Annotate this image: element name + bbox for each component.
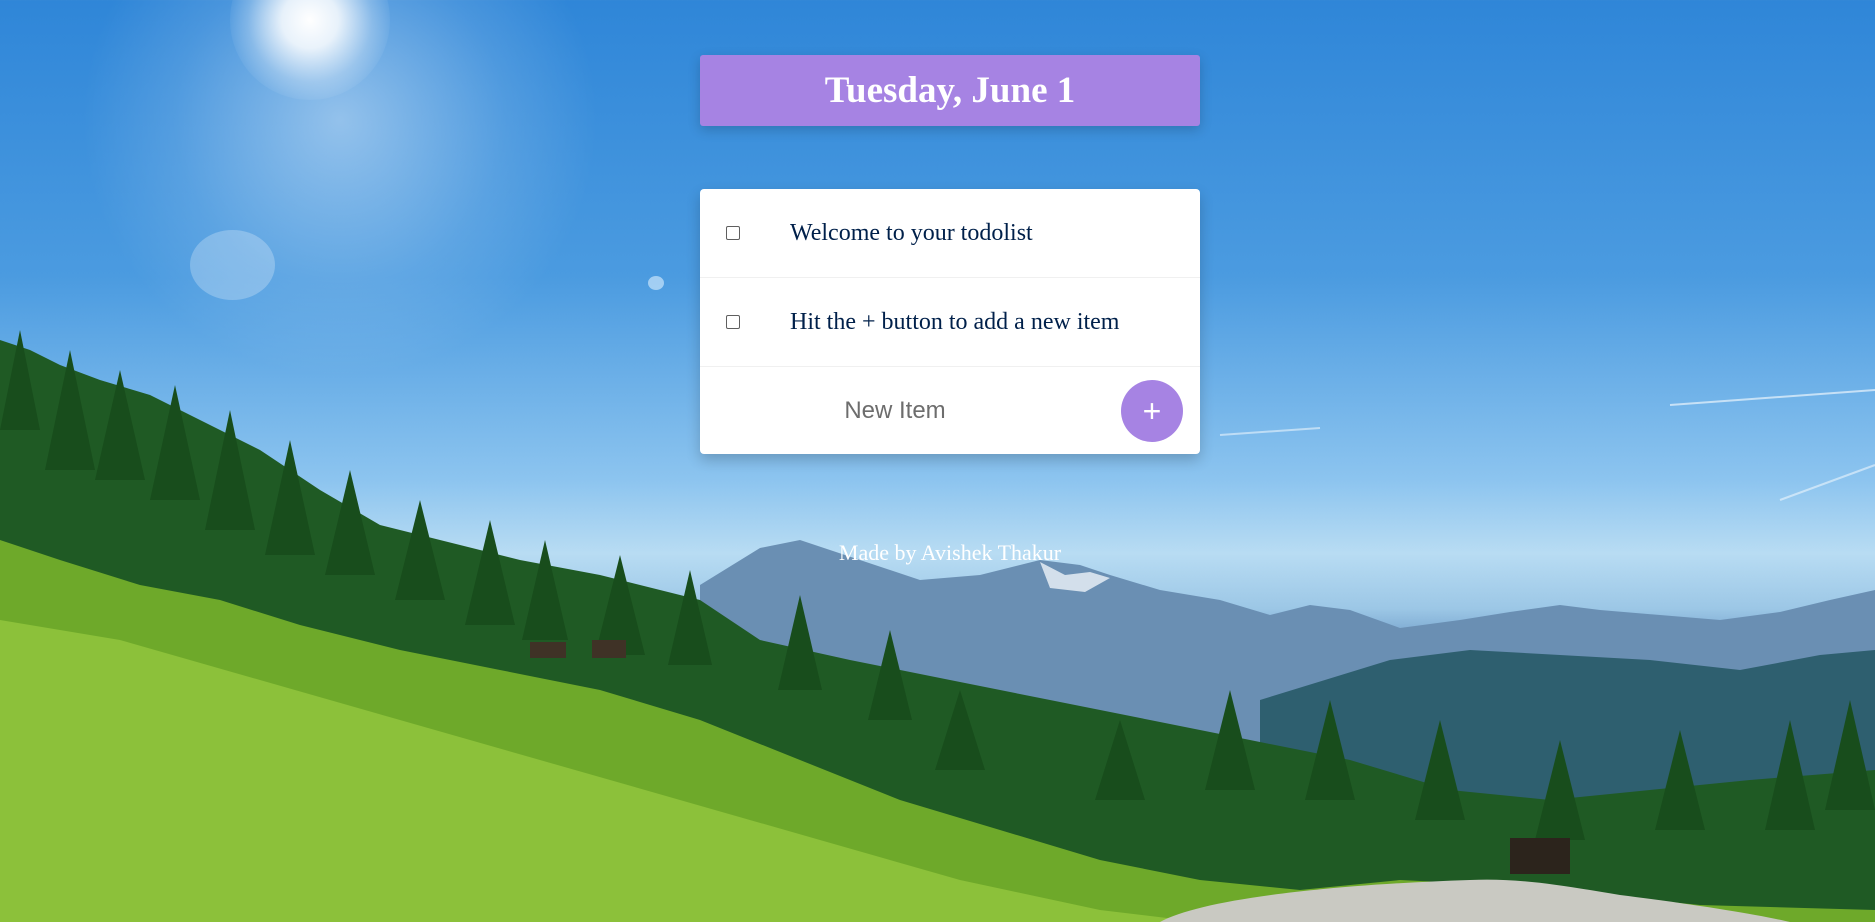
todo-item[interactable]: Welcome to your todolist — [700, 189, 1200, 278]
footer-credit: Made by Avishek Thakur — [838, 540, 1062, 565]
cabin — [1510, 838, 1570, 874]
new-item-form: + — [700, 367, 1200, 454]
todo-card: Welcome to your todolist Hit the + butto… — [700, 189, 1200, 454]
todo-item-text: Hit the + button to add a new item — [790, 308, 1120, 335]
todo-checkbox[interactable] — [726, 315, 740, 329]
contrail — [1779, 464, 1875, 501]
landscape-background — [0, 330, 1875, 922]
cabin — [592, 640, 626, 658]
todo-checkbox[interactable] — [726, 226, 740, 240]
contrail — [1669, 389, 1875, 406]
contrail — [1219, 427, 1321, 436]
add-item-button[interactable]: + — [1121, 379, 1183, 442]
date-heading: Tuesday, June 1 — [824, 70, 1076, 111]
cabin — [530, 642, 566, 658]
todo-item-text: Welcome to your todolist — [790, 219, 1033, 246]
new-item-input[interactable] — [730, 390, 1060, 431]
todo-item[interactable]: Hit the + button to add a new item — [700, 278, 1200, 367]
date-banner: Tuesday, June 1 — [700, 55, 1200, 126]
